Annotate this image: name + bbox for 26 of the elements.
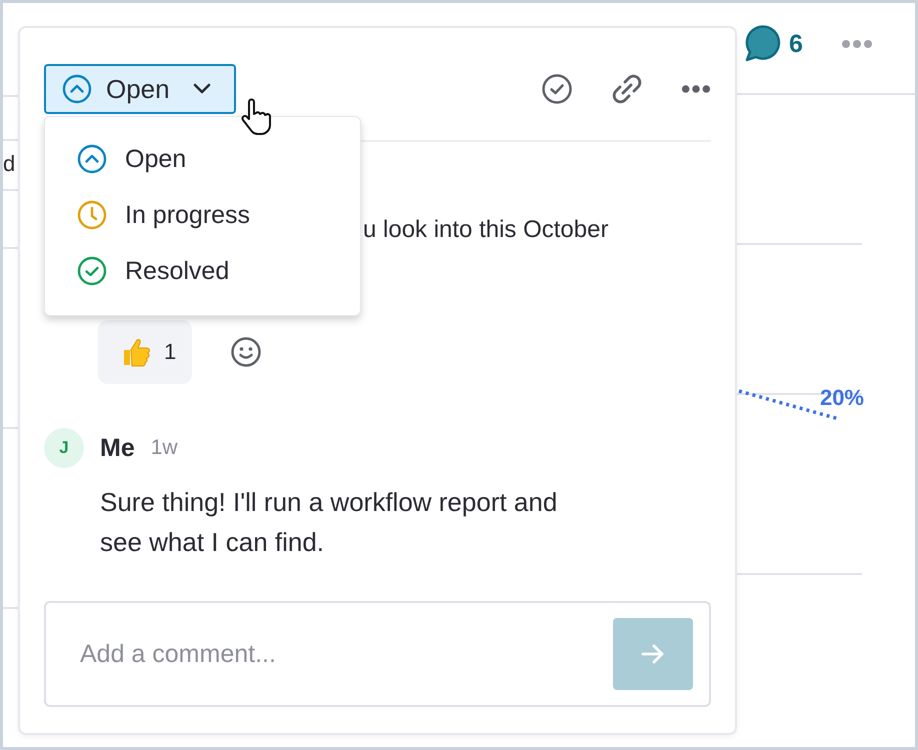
resolve-button[interactable] [541, 73, 573, 105]
comment-bubble-icon[interactable] [743, 25, 781, 63]
more-icon[interactable] [681, 84, 711, 94]
status-dropdown[interactable]: Open [44, 64, 236, 114]
status-option[interactable]: In progress [45, 187, 360, 243]
link-button[interactable] [611, 73, 643, 105]
chart-value-label: 20% [820, 385, 864, 411]
chevron-up-circle-icon [62, 74, 92, 104]
cut-label: d [3, 151, 16, 176]
comment-field[interactable]: Add a comment... [44, 601, 711, 707]
clock-icon [77, 200, 107, 230]
comment-text: Sure thing! I'll run a workflow report and see what I can find. [99, 486, 558, 559]
comment-author: Me [100, 434, 135, 462]
status-option[interactable]: Resolved [45, 243, 360, 299]
reaction-chip[interactable]: 1 [98, 320, 192, 384]
reaction-count: 1 [164, 339, 176, 365]
check-circle-icon [77, 256, 107, 286]
comment-time: 1w [150, 436, 178, 460]
arrow-right-icon [640, 642, 666, 666]
add-reaction-button[interactable] [230, 336, 262, 368]
avatar: J [44, 428, 84, 468]
status-option[interactable]: Open [45, 131, 360, 187]
comment-text: u look into this October [363, 215, 608, 245]
chevron-down-icon [192, 83, 212, 95]
chevron-up-circle-icon [77, 144, 107, 174]
comment-count: 6 [789, 30, 804, 58]
